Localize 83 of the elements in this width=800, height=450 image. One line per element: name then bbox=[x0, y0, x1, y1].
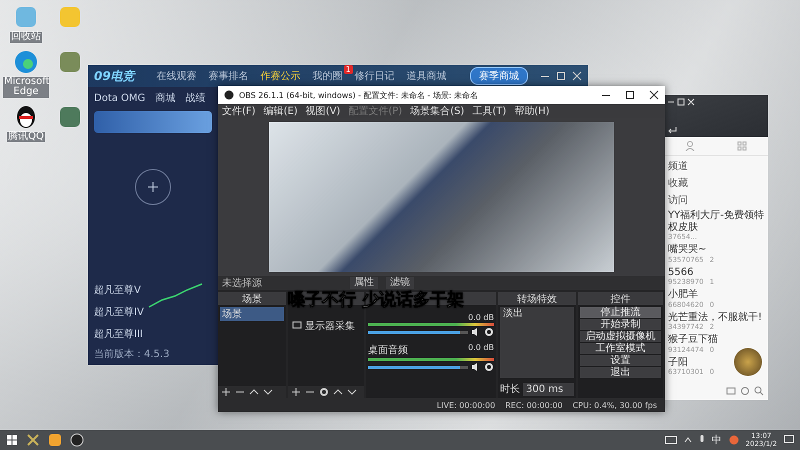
dock-title: 控件 bbox=[610, 292, 630, 306]
shop-button[interactable]: 赛季商城 bbox=[470, 67, 528, 85]
app-logo-icon bbox=[224, 90, 234, 100]
notification-icon[interactable] bbox=[784, 435, 794, 445]
duration-field[interactable]: 300 ms bbox=[523, 382, 574, 396]
add-icon[interactable] bbox=[291, 387, 301, 397]
microphone-icon[interactable] bbox=[698, 435, 705, 445]
volume-reading: 0.0 dB bbox=[468, 343, 494, 354]
cpu-status: CPU: 0.4%, 30.00 fps bbox=[572, 400, 657, 410]
close-icon[interactable] bbox=[649, 90, 659, 100]
video-icon[interactable] bbox=[726, 386, 736, 396]
keyboard-icon[interactable] bbox=[664, 436, 677, 444]
monitor-icon bbox=[292, 321, 302, 331]
control-button[interactable]: 退出 bbox=[580, 367, 661, 378]
enter-icon bbox=[667, 126, 677, 134]
sub-nav-item[interactable]: Dota OMG bbox=[94, 92, 146, 104]
volume-reading: 0.0 dB bbox=[468, 313, 494, 322]
channel-name[interactable]: 子阳 bbox=[668, 356, 764, 368]
transition-dropdown[interactable]: 淡出 bbox=[500, 307, 574, 378]
nav-tab[interactable]: 道具商城 bbox=[406, 69, 447, 83]
channel-name[interactable]: 嘴哭哭~ bbox=[668, 244, 764, 256]
channel-name[interactable]: 猴子豆下猫 bbox=[668, 334, 764, 346]
maximize-icon[interactable] bbox=[625, 90, 635, 100]
nav-tab[interactable]: 修行日记 bbox=[354, 69, 395, 83]
menu-item[interactable]: 帮助(H) bbox=[514, 104, 550, 118]
channel-name[interactable]: 5566 bbox=[668, 266, 764, 278]
up-icon[interactable] bbox=[333, 387, 343, 397]
nav-tab[interactable]: 赛事排名 bbox=[208, 69, 249, 83]
control-button[interactable]: 工作室模式 bbox=[580, 343, 661, 354]
live-timer: LIVE: 00:00:00 bbox=[436, 400, 496, 410]
start-icon[interactable] bbox=[6, 434, 18, 446]
toolbar-button[interactable]: 滤镜 bbox=[386, 277, 414, 289]
app-icon[interactable] bbox=[70, 433, 84, 447]
control-button[interactable]: 开始录制 bbox=[580, 319, 661, 330]
version-text: 当前版本：4.5.3 bbox=[94, 348, 170, 361]
app-logo: 09电竞 bbox=[94, 68, 135, 84]
window-controls-icon bbox=[667, 98, 695, 106]
notification-badge: 1 bbox=[344, 65, 353, 74]
nav-tab[interactable]: 在线观赛 bbox=[156, 69, 197, 83]
down-icon[interactable] bbox=[347, 387, 357, 397]
icon-label: 腾讯QQ bbox=[7, 132, 45, 142]
dock-title: 场景 bbox=[242, 292, 262, 306]
channel-name[interactable]: 光芒重法，不服就干! bbox=[668, 312, 764, 323]
rank-label: 超凡至尊III bbox=[94, 328, 144, 341]
trend-line-drawing bbox=[148, 283, 204, 309]
channel-name: 桌面音频 bbox=[368, 344, 408, 357]
channel-name[interactable]: 小肥羊 bbox=[668, 289, 764, 300]
toolbar-button[interactable]: 属性 bbox=[350, 277, 378, 289]
window-title: OBS 26.1.1 (64-bit, windows) - 配置文件: 未命名 - 场景: 未命名 bbox=[239, 90, 478, 100]
menu-item[interactable]: 编辑(E) bbox=[264, 104, 298, 118]
rank-label: 超凡至尊V bbox=[94, 284, 142, 297]
rank-label: 超凡至尊IV bbox=[94, 306, 144, 319]
menu-item[interactable]: 场景集合(S) bbox=[410, 104, 464, 118]
menu-item[interactable]: 文件(F) bbox=[222, 104, 256, 118]
add-icon[interactable] bbox=[221, 387, 231, 397]
channel-name[interactable]: YY福利大厅-免费领特权皮肤 bbox=[668, 210, 764, 233]
menu-item[interactable]: 工具(T) bbox=[472, 104, 506, 118]
settings-icon[interactable] bbox=[319, 387, 329, 397]
section-label[interactable]: 访问 bbox=[668, 193, 764, 207]
add-button[interactable] bbox=[135, 169, 171, 205]
menu-item[interactable]: 视图(V) bbox=[306, 104, 340, 118]
input-method-indicator[interactable]: 中 bbox=[712, 433, 722, 447]
nav-tab[interactable]: 作赛公示 bbox=[260, 69, 301, 83]
scene-item[interactable]: 场景 bbox=[220, 307, 284, 321]
field-label: 时长 bbox=[500, 382, 520, 396]
control-button[interactable]: 停止推流 bbox=[580, 307, 661, 318]
down-icon[interactable] bbox=[263, 387, 273, 397]
section-label[interactable]: 频道 bbox=[668, 159, 764, 173]
control-button[interactable]: 启动虚拟摄像机 bbox=[580, 331, 661, 342]
section-label[interactable]: 收藏 bbox=[668, 176, 764, 190]
source-status: 未选择源 bbox=[222, 276, 263, 290]
up-icon[interactable] bbox=[249, 387, 259, 397]
icon-label: 回收站 bbox=[10, 32, 42, 42]
search-icon[interactable] bbox=[754, 386, 764, 396]
sub-nav-item[interactable]: 战绩 bbox=[185, 91, 206, 105]
avatar-circle[interactable] bbox=[734, 348, 762, 376]
rec-timer: REC: 00:00:00 bbox=[505, 400, 563, 410]
dock-title: 转场特效 bbox=[517, 292, 557, 306]
sub-nav-item[interactable]: 商城 bbox=[155, 91, 176, 105]
control-button[interactable]: 设置 bbox=[580, 355, 661, 366]
plus-icon bbox=[148, 182, 158, 192]
caret-icon[interactable] bbox=[684, 436, 692, 444]
source-item[interactable]: 显示器采集 bbox=[290, 319, 362, 333]
